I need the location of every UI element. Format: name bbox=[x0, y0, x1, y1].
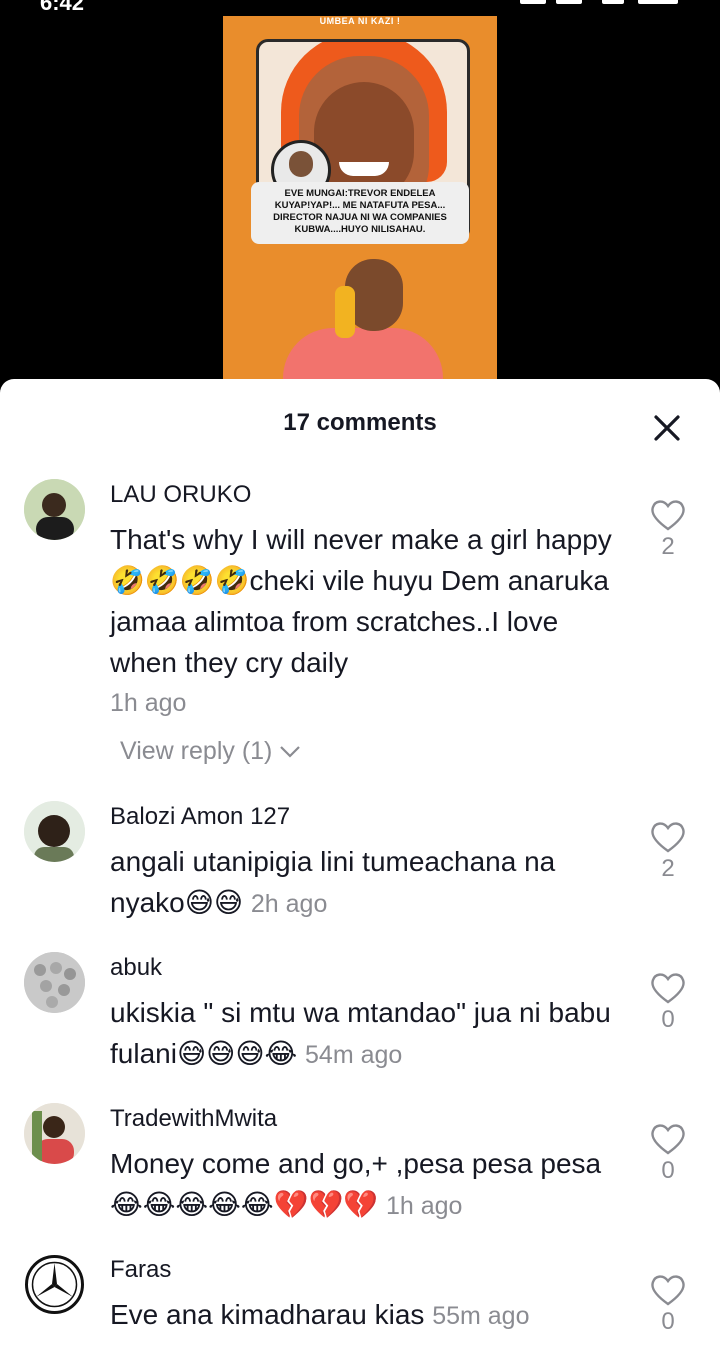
comment-text: That's why I will never make a girl happ… bbox=[110, 524, 612, 678]
comment-username[interactable]: Balozi Amon 127 bbox=[110, 803, 290, 831]
man-photo bbox=[283, 328, 443, 380]
like-button[interactable]: 0 bbox=[650, 1274, 686, 1336]
signal-icon bbox=[520, 0, 546, 4]
like-button[interactable]: 2 bbox=[650, 821, 686, 883]
comment-time: 55m ago bbox=[432, 1302, 530, 1330]
video-tagline: UMBEA NI KAZI ! bbox=[319, 16, 401, 26]
close-button[interactable] bbox=[652, 413, 682, 443]
heart-icon bbox=[651, 973, 685, 1004]
comments-sheet: 17 comments LAU ORUKO That's why I will … bbox=[0, 379, 720, 1357]
comment-time: 54m ago bbox=[305, 1041, 403, 1069]
status-time: 6:42 bbox=[40, 0, 85, 15]
video-caption: EVE MUNGAI:TREVOR ENDELEA KUYAP!YAP!... … bbox=[251, 182, 469, 244]
chevron-down-icon bbox=[280, 746, 301, 758]
view-reply-label: View reply (1) bbox=[120, 737, 273, 765]
comment-time: 1h ago bbox=[385, 1192, 463, 1220]
like-count: 0 bbox=[661, 1157, 675, 1184]
comment-body: Eve ana kimadharau kias bbox=[110, 1299, 425, 1330]
comment-text: angali utanipigia lini tumeachana na nya… bbox=[110, 841, 630, 925]
comment-body: Money come and go,+ ,pesa pesa pesa😂😂😂😂😂… bbox=[110, 1148, 602, 1220]
comment-username[interactable]: Faras bbox=[110, 1256, 171, 1284]
like-button[interactable]: 0 bbox=[650, 1123, 686, 1185]
signal-icon-2 bbox=[556, 0, 582, 4]
like-count: 2 bbox=[661, 533, 675, 560]
video-thumbnail[interactable]: UMBEA NI KAZI ! EVE MUNGAI:TREVOR ENDELE… bbox=[223, 16, 497, 380]
heart-icon bbox=[651, 1124, 685, 1155]
comment-text: ukiskia " si mtu wa mtandao" jua ni babu… bbox=[110, 992, 630, 1076]
comments-count-title: 17 comments bbox=[283, 409, 437, 436]
phone-illustration bbox=[335, 286, 355, 338]
avatar[interactable] bbox=[24, 479, 85, 540]
like-button[interactable]: 2 bbox=[650, 499, 686, 561]
view-reply-button[interactable]: View reply (1) bbox=[120, 737, 301, 766]
heart-icon bbox=[651, 1275, 685, 1306]
comment-text: Money come and go,+ ,pesa pesa pesa😂😂😂😂😂… bbox=[110, 1143, 630, 1227]
status-bar: 6:42 bbox=[0, 0, 720, 15]
like-button[interactable]: 0 bbox=[650, 972, 686, 1034]
comment-time: 2h ago bbox=[250, 890, 328, 918]
comment-text: Eve ana kimadharau kias 55m ago bbox=[110, 1294, 630, 1337]
like-count: 0 bbox=[661, 1006, 675, 1033]
like-count: 0 bbox=[661, 1308, 675, 1335]
comment-username[interactable]: TradewithMwita bbox=[110, 1105, 277, 1133]
like-count: 2 bbox=[661, 855, 675, 882]
avatar[interactable] bbox=[24, 952, 85, 1013]
heart-icon bbox=[651, 500, 685, 531]
comment-body: angali utanipigia lini tumeachana na nya… bbox=[110, 846, 556, 918]
avatar[interactable] bbox=[24, 1103, 85, 1164]
comment-time: 1h ago bbox=[110, 689, 187, 717]
avatar[interactable] bbox=[24, 801, 85, 862]
heart-icon bbox=[651, 822, 685, 853]
close-icon bbox=[654, 415, 680, 441]
avatar[interactable] bbox=[24, 1254, 85, 1315]
mercedes-logo-icon bbox=[25, 1255, 84, 1314]
battery-icon bbox=[638, 0, 678, 4]
comment-username[interactable]: abuk bbox=[110, 954, 162, 982]
wifi-icon bbox=[602, 0, 624, 4]
comment-username[interactable]: LAU ORUKO bbox=[110, 481, 251, 509]
